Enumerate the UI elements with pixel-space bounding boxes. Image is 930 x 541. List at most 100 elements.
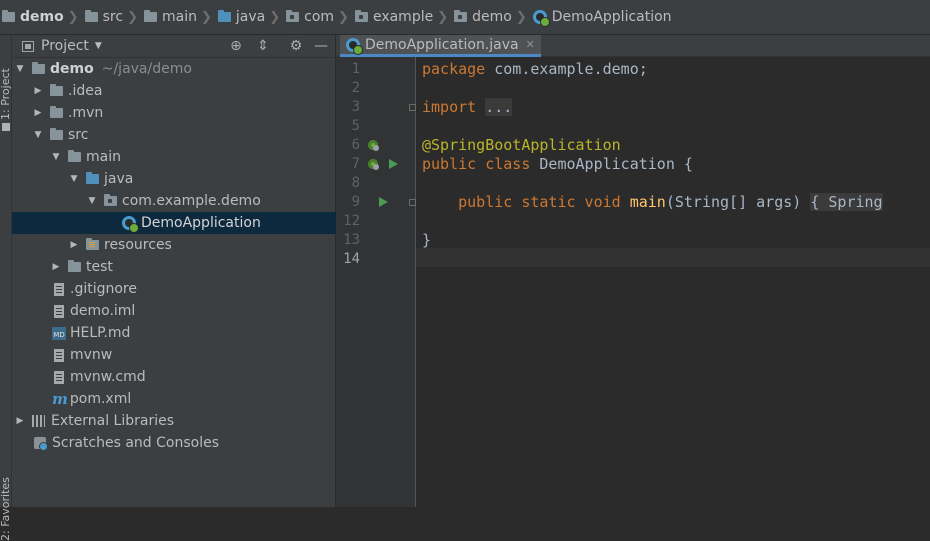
tool-window-strip: 1: Project 2: Favorites (0, 35, 12, 541)
expand-arrow-right-icon[interactable]: ▶ (14, 410, 26, 432)
tree-item-help-md[interactable]: MD HELP.md (12, 322, 375, 344)
module-folder-icon (32, 62, 45, 74)
breadcrumb-item-example[interactable]: example (354, 9, 434, 25)
run-gutter-icon[interactable] (379, 197, 388, 207)
code-text: com.example.demo; (485, 60, 648, 78)
locate-target-icon[interactable]: ⊕ (229, 39, 243, 53)
tree-item-label: com.example.demo (122, 193, 261, 209)
tree-item-idea[interactable]: ▶ .idea (12, 80, 355, 102)
tree-item-resources[interactable]: ▶ resources (12, 234, 391, 256)
tree-item-label: test (86, 259, 113, 275)
tree-item-label: mvnw (70, 347, 113, 363)
expand-arrow-down-icon[interactable]: ▼ (50, 146, 62, 168)
breadcrumb-item-demo-application[interactable]: DemoApplication (532, 9, 672, 27)
run-gutter-icon[interactable] (389, 159, 398, 169)
code-line-13: } (422, 231, 431, 250)
close-icon[interactable]: ✕ (526, 38, 535, 51)
breadcrumb-item-src[interactable]: src (84, 9, 124, 25)
editor-tab-demo-application[interactable]: DemoApplication.java ✕ (340, 35, 541, 57)
tree-item-scratches[interactable]: Scratches and Consoles (12, 432, 357, 454)
fold-expand-icon[interactable] (409, 199, 416, 206)
tree-item-label: HELP.md (70, 325, 131, 341)
tree-item-label: External Libraries (51, 413, 174, 429)
folder-icon (50, 84, 63, 96)
expand-arrow-right-icon[interactable]: ▶ (68, 234, 80, 256)
chevron-right-icon: ❯ (515, 9, 527, 25)
favorites-tool-tab[interactable]: 2: Favorites (0, 477, 12, 541)
expand-arrow-down-icon[interactable]: ▼ (68, 168, 80, 190)
project-tab-label: 1: Project (0, 68, 12, 120)
breadcrumb-item-demo-module[interactable]: demo (2, 9, 64, 25)
favorites-tab-label: 2: Favorites (0, 477, 12, 541)
tree-item-main[interactable]: ▼ main (12, 146, 373, 168)
code-line-7: public class DemoApplication { (422, 155, 693, 174)
keyword: public static void (458, 193, 621, 211)
tree-item-pom-xml[interactable]: m pom.xml (12, 388, 375, 410)
expand-arrow-down-icon[interactable]: ▼ (14, 58, 26, 80)
chevron-right-icon: ❯ (200, 9, 212, 25)
fold-expand-icon[interactable] (409, 104, 416, 111)
folded-imports[interactable]: ... (485, 98, 513, 116)
breadcrumb-label: src (102, 9, 124, 25)
breadcrumb-item-demo-package[interactable]: demo (454, 9, 512, 25)
tree-item-label: demo.iml (70, 303, 136, 319)
line-number-current: 14 (343, 251, 360, 267)
tree-item-mvnw[interactable]: mvnw (12, 344, 377, 366)
keyword: public class (422, 155, 531, 173)
package-icon (286, 10, 300, 22)
tree-item-demo[interactable]: ▼ demo ~/java/demo (12, 58, 337, 80)
editor-gutter: 1 2 3 5 6 7 8 9 12 13 14 (336, 57, 416, 507)
tree-item-demo-iml[interactable]: demo.iml (12, 300, 377, 322)
code-line-1: package com.example.demo; (422, 60, 648, 79)
line-number: 1 (351, 61, 360, 77)
folded-method-body[interactable]: { Spring (810, 193, 883, 211)
tree-item-java[interactable]: ▼ java (12, 168, 391, 190)
spring-bean-gutter-icon[interactable] (368, 140, 379, 151)
breadcrumb-item-java[interactable]: java (217, 9, 266, 25)
chevron-right-icon: ❯ (67, 9, 79, 25)
expand-arrow-down-icon[interactable]: ▼ (86, 190, 98, 212)
minimize-icon[interactable]: — (314, 39, 328, 53)
expand-arrow-right-icon[interactable]: ▶ (32, 80, 44, 102)
tree-item-mvnw-cmd[interactable]: mvnw.cmd (12, 366, 377, 388)
breadcrumb-label: example (372, 9, 434, 25)
tree-item-src[interactable]: ▼ src (12, 124, 355, 146)
collapse-all-icon[interactable]: ⇕ (256, 39, 270, 53)
source-folder-icon (86, 172, 99, 184)
code-area[interactable]: package com.example.demo; import ... @Sp… (416, 57, 930, 507)
folder-icon (50, 106, 63, 118)
tree-item-path: ~/java/demo (101, 61, 192, 77)
folder-icon (84, 10, 98, 22)
spring-bean-gutter-icon[interactable] (368, 159, 379, 170)
spring-class-icon (346, 37, 363, 55)
tree-item-label: Scratches and Consoles (52, 435, 219, 451)
folder-icon (68, 150, 81, 162)
tree-item-gitignore[interactable]: .gitignore (12, 278, 377, 300)
tree-item-label: main (86, 149, 121, 165)
code-line-6: @SpringBootApplication (422, 136, 621, 155)
breadcrumb-item-com[interactable]: com (286, 9, 334, 25)
method-name: main (629, 193, 666, 211)
code-text: (String[] args) (665, 193, 802, 211)
breadcrumb-item-main[interactable]: main (144, 9, 197, 25)
project-view-selector[interactable]: Project ▼ (22, 38, 102, 54)
chevron-right-icon: ❯ (127, 9, 138, 25)
tree-item-label: src (68, 127, 89, 143)
tree-item-label: demo (50, 61, 94, 77)
breadcrumb-label: java (235, 9, 266, 25)
package-icon (354, 10, 368, 22)
tree-item-external-libraries[interactable]: ▶ External Libraries (12, 410, 337, 432)
resources-folder-icon (86, 238, 99, 250)
expand-arrow-down-icon[interactable]: ▼ (32, 124, 44, 146)
gear-icon[interactable]: ⚙ (289, 39, 303, 53)
expand-arrow-right-icon[interactable]: ▶ (32, 102, 44, 124)
code-editor: DemoApplication.java ✕ 1 2 3 5 6 7 8 9 1… (336, 35, 930, 507)
folder-icon (50, 128, 63, 140)
tree-item-test[interactable]: ▶ test (12, 256, 373, 278)
spring-class-icon (532, 10, 550, 27)
project-tool-tab[interactable]: 1: Project (0, 68, 12, 131)
tree-item-label: mvnw.cmd (70, 369, 146, 385)
expand-arrow-right-icon[interactable]: ▶ (50, 256, 62, 278)
tree-item-mvn[interactable]: ▶ .mvn (12, 102, 355, 124)
chevron-right-icon: ❯ (437, 9, 449, 25)
